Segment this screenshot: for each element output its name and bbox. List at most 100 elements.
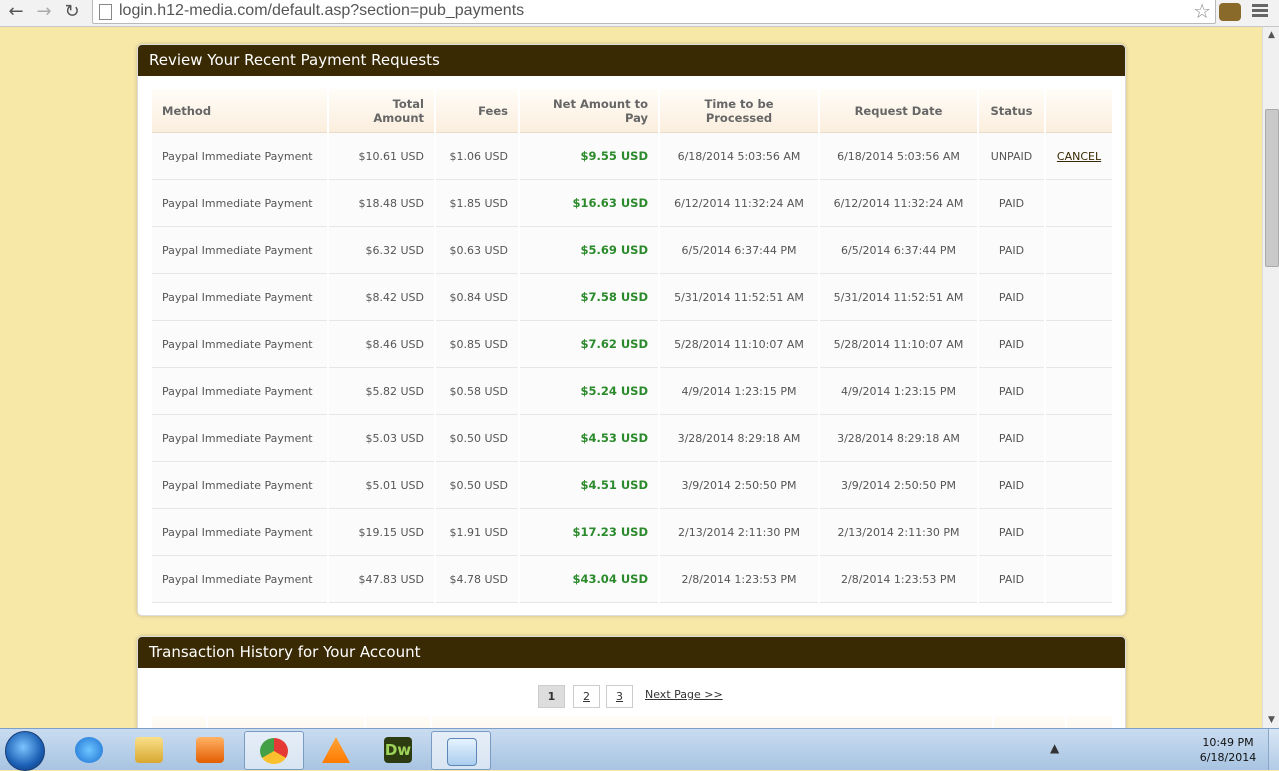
- chrome-icon[interactable]: [244, 731, 304, 770]
- cell-time-to-process: 6/12/2014 11:32:24 AM: [660, 180, 818, 227]
- cell-time-to-process: 6/5/2014 6:37:44 PM: [660, 227, 818, 274]
- dreamweaver-label: Dw: [384, 737, 412, 763]
- start-button[interactable]: [5, 731, 45, 771]
- col-total-amount: Total Amount: [329, 89, 434, 133]
- vlc-icon[interactable]: [307, 731, 365, 768]
- cell-net-amount: $4.51 USD: [520, 462, 658, 509]
- cell-status: PAID: [979, 321, 1044, 368]
- col-request-date: Request Date: [820, 89, 977, 133]
- cell-time-to-process: 3/9/2014 2:50:50 PM: [660, 462, 818, 509]
- cell-total-amount: $5.03 USD: [329, 415, 434, 462]
- reload-icon[interactable]: ↻: [60, 0, 84, 24]
- cell-method: Paypal Immediate Payment: [152, 509, 327, 556]
- table-row: Paypal Immediate Payment $8.42 USD $0.84 U…: [152, 274, 1112, 321]
- cell-fees: $0.84 USD: [436, 274, 518, 321]
- table-row: Paypal Immediate Payment $8.46 USD $0.85 U…: [152, 321, 1112, 368]
- cell-total-amount: $18.48 USD: [329, 180, 434, 227]
- col-time-to-process: Time to be Processed: [660, 89, 818, 133]
- table-row: Paypal Immediate Payment $19.15 USD $1.91 …: [152, 509, 1112, 556]
- cell-action: [1046, 415, 1112, 462]
- cell-method: Paypal Immediate Payment: [152, 556, 327, 603]
- cell-time-to-process: 5/31/2014 11:52:51 AM: [660, 274, 818, 321]
- tray-expand-icon[interactable]: ▲: [1050, 741, 1059, 755]
- system-tray[interactable]: ▲: [1050, 741, 1059, 755]
- cell-request-date: 3/28/2014 8:29:18 AM: [820, 415, 977, 462]
- cell-fees: $1.06 USD: [436, 133, 518, 180]
- cell-net-amount: $7.58 USD: [520, 274, 658, 321]
- cell-net-amount: $16.63 USD: [520, 180, 658, 227]
- cell-status: PAID: [979, 509, 1044, 556]
- cell-action: [1046, 274, 1112, 321]
- panel-title: Review Your Recent Payment Requests: [138, 45, 1125, 76]
- dreamweaver-icon[interactable]: Dw: [369, 731, 427, 768]
- col-net-amount: Net Amount to Pay: [520, 89, 658, 133]
- url-text[interactable]: login.h12-media.com/default.asp?section=…: [119, 2, 524, 20]
- cell-request-date: 2/13/2014 2:11:30 PM: [820, 509, 977, 556]
- extension-icon[interactable]: [1219, 3, 1241, 21]
- table-row: Paypal Immediate Payment $6.32 USD $0.63 U…: [152, 227, 1112, 274]
- cell-action: [1046, 321, 1112, 368]
- cell-status: PAID: [979, 180, 1044, 227]
- menu-icon[interactable]: [1252, 4, 1268, 20]
- system-clock[interactable]: 10:49 PM 6/18/2014: [1198, 735, 1258, 765]
- cell-net-amount: $4.53 USD: [520, 415, 658, 462]
- file-explorer-icon[interactable]: [120, 731, 178, 768]
- table-row: Paypal Immediate Payment $5.03 USD $0.50 U…: [152, 415, 1112, 462]
- cell-total-amount: $8.46 USD: [329, 321, 434, 368]
- cell-action: [1046, 368, 1112, 415]
- page-icon: [99, 4, 112, 20]
- vertical-scrollbar[interactable]: ▲ ▼: [1262, 27, 1279, 728]
- cell-fees: $0.58 USD: [436, 368, 518, 415]
- bookmark-star-icon[interactable]: ☆: [1193, 0, 1211, 22]
- cell-total-amount: $47.83 USD: [329, 556, 434, 603]
- cancel-payment-link[interactable]: CANCEL: [1057, 150, 1101, 163]
- cell-request-date: 6/5/2014 6:37:44 PM: [820, 227, 977, 274]
- col-fees: Fees: [436, 89, 518, 133]
- cell-fees: $4.78 USD: [436, 556, 518, 603]
- panel-title: Transaction History for Your Account: [138, 637, 1125, 668]
- scroll-thumb[interactable]: [1265, 109, 1279, 267]
- cell-method: Paypal Immediate Payment: [152, 321, 327, 368]
- show-desktop-button[interactable]: [1268, 729, 1279, 770]
- cell-method: Paypal Immediate Payment: [152, 227, 327, 274]
- cell-request-date: 2/8/2014 1:23:53 PM: [820, 556, 977, 603]
- next-page-link[interactable]: Next Page >>: [645, 688, 735, 701]
- cell-action: [1046, 509, 1112, 556]
- cell-net-amount: $7.62 USD: [520, 321, 658, 368]
- table-row: Paypal Immediate Payment $18.48 USD $1.85 …: [152, 180, 1112, 227]
- cell-method: Paypal Immediate Payment: [152, 274, 327, 321]
- col-method: Method: [152, 89, 327, 133]
- cell-action: [1046, 180, 1112, 227]
- internet-explorer-icon[interactable]: [60, 731, 118, 768]
- scroll-up-icon[interactable]: ▲: [1263, 29, 1279, 41]
- notepad-icon[interactable]: [431, 731, 491, 770]
- scroll-down-icon[interactable]: ▼: [1263, 714, 1279, 726]
- cell-method: Paypal Immediate Payment: [152, 133, 327, 180]
- cell-method: Paypal Immediate Payment: [152, 368, 327, 415]
- address-bar[interactable]: login.h12-media.com/default.asp?section=…: [92, 0, 1216, 24]
- cell-status: PAID: [979, 274, 1044, 321]
- cell-request-date: 5/31/2014 11:52:51 AM: [820, 274, 977, 321]
- cell-action: CANCEL: [1046, 133, 1112, 180]
- payment-requests-panel: Review Your Recent Payment Requests Meth…: [137, 44, 1126, 616]
- forward-icon[interactable]: →: [32, 0, 56, 24]
- cell-net-amount: $43.04 USD: [520, 556, 658, 603]
- col-action: [1046, 89, 1112, 133]
- cell-time-to-process: 5/28/2014 11:10:07 AM: [660, 321, 818, 368]
- cell-status: PAID: [979, 415, 1044, 462]
- cell-total-amount: $8.42 USD: [329, 274, 434, 321]
- payment-requests-table: Method Total Amount Fees Net Amount to P…: [150, 89, 1114, 603]
- cell-status: PAID: [979, 368, 1044, 415]
- clock-time: 10:49 PM: [1202, 736, 1254, 749]
- cell-action: [1046, 462, 1112, 509]
- cell-fees: $0.50 USD: [436, 462, 518, 509]
- taskbar: Dw ▲ 10:49 PM 6/18/2014: [0, 728, 1279, 771]
- media-player-icon[interactable]: [181, 731, 239, 768]
- page-2-button[interactable]: 2: [573, 685, 600, 708]
- page-1-button[interactable]: 1: [538, 685, 565, 708]
- back-icon[interactable]: ←: [4, 0, 28, 24]
- cell-total-amount: $19.15 USD: [329, 509, 434, 556]
- browser-toolbar: ← → ↻ login.h12-media.com/default.asp?se…: [0, 0, 1279, 27]
- page-3-button[interactable]: 3: [606, 685, 633, 708]
- clock-date: 6/18/2014: [1199, 751, 1257, 764]
